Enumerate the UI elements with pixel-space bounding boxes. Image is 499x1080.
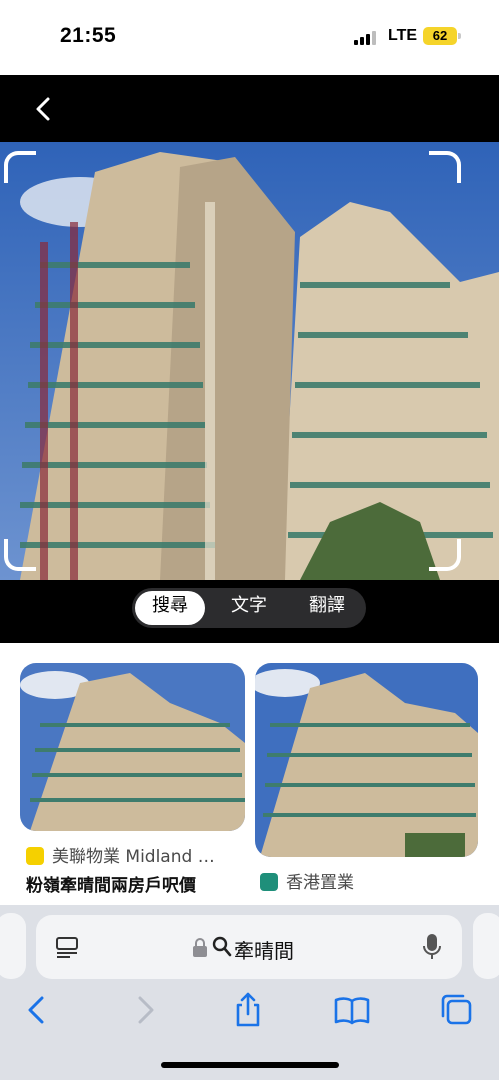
back-icon[interactable] — [30, 95, 58, 123]
microphone-icon[interactable] — [422, 933, 442, 965]
reader-icon[interactable] — [56, 937, 80, 963]
bookmarks-icon[interactable] — [332, 990, 372, 1030]
address-bar[interactable]: 牽晴間 — [36, 915, 462, 979]
battery-icon: 62 — [423, 27, 457, 45]
result-thumbnail[interactable] — [20, 663, 245, 831]
battery-cap — [458, 33, 461, 39]
previous-tab-pill[interactable] — [0, 913, 26, 979]
result-source-label: 香港置業 — [286, 873, 354, 893]
result-source: 香港置業 — [260, 868, 354, 893]
signal-icon — [354, 31, 378, 45]
search-results: 美聯物業 Midland … 粉嶺牽晴間兩房戶呎價 香港置業 — [0, 643, 499, 905]
browser-toolbar: 牽晴間 — [0, 905, 499, 1080]
share-icon[interactable] — [228, 990, 268, 1030]
status-bar: 21:55 LTE 62 — [0, 0, 499, 75]
result-source: 美聯物業 Midland … — [26, 842, 215, 867]
status-time: 21:55 — [60, 24, 117, 47]
tabs-icon[interactable] — [437, 990, 477, 1030]
result-title[interactable]: 粉嶺牽晴間兩房戶呎價 — [26, 871, 196, 896]
result-source-label: 美聯物業 Midland … — [52, 847, 215, 867]
midland-logo-icon — [26, 847, 44, 865]
forward-icon[interactable] — [124, 990, 164, 1030]
back-icon[interactable] — [18, 990, 58, 1030]
crop-corner-top-left[interactable] — [4, 151, 36, 183]
network-type: LTE — [388, 27, 418, 44]
lock-icon — [192, 938, 208, 962]
address-query: 牽晴間 — [234, 939, 294, 963]
tab-translate[interactable]: 翻譯 — [292, 591, 362, 625]
next-tab-pill[interactable] — [473, 913, 499, 979]
lens-mode-switch: 搜尋 文字 翻譯 — [132, 588, 366, 628]
search-icon — [212, 936, 232, 962]
crop-corner-bottom-left[interactable] — [4, 539, 36, 571]
crop-corner-top-right[interactable] — [429, 151, 461, 183]
hkp-logo-icon — [260, 873, 278, 891]
crop-corner-bottom-right[interactable] — [429, 539, 461, 571]
image-viewer: 搜尋 文字 翻譯 — [0, 75, 499, 643]
tab-text[interactable]: 文字 — [214, 591, 284, 625]
home-indicator — [161, 1062, 339, 1068]
result-thumbnail[interactable] — [255, 663, 478, 857]
tab-search[interactable]: 搜尋 — [135, 591, 205, 625]
building-photo[interactable] — [0, 142, 499, 580]
